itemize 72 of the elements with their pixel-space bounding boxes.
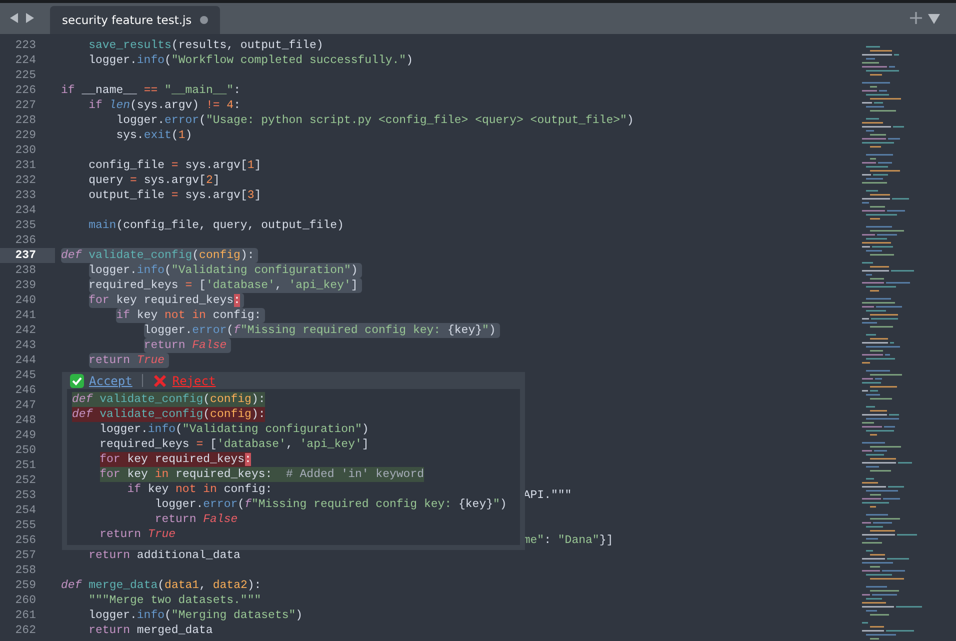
line-number: 229 <box>15 129 36 142</box>
line-number: 244 <box>15 354 36 367</box>
line-number: 227 <box>15 99 36 112</box>
code-line: save_results(results, output_file) <box>88 38 324 53</box>
line-number: 252 <box>15 474 36 487</box>
code-line: API.""" <box>523 488 572 503</box>
dropdown-icon[interactable] <box>928 14 940 24</box>
line-number: 256 <box>15 534 36 547</box>
action-link[interactable]: Accept <box>89 374 132 388</box>
code-line: def merge_data(data1, data2): <box>61 578 262 593</box>
diff-line: if key not in config: <box>127 482 272 497</box>
code-line: logger.error("Usage: python script.py <config_file> <query> <output_file>") <box>116 113 634 128</box>
line-number: 261 <box>15 609 36 622</box>
line-number: 238 <box>15 264 36 277</box>
line-number: 247 <box>15 399 36 412</box>
code-line: """Merge two datasets.""" <box>88 593 262 608</box>
back-icon[interactable] <box>9 12 19 24</box>
diff-line: logger.error(f"Missing required config key: {key}") <box>154 497 507 512</box>
code-line: sys.exit(1) <box>116 128 192 143</box>
line-number: 230 <box>15 144 36 157</box>
new-tab-icon[interactable] <box>910 12 922 24</box>
line-number: 233 <box>15 189 36 202</box>
code-line: query = sys.argv[2] <box>88 173 220 188</box>
line-number: 250 <box>15 444 36 457</box>
code-line: output_file = sys.argv[3] <box>88 188 262 203</box>
code-line: logger.info("Merging datasets") <box>88 608 303 623</box>
line-number: 224 <box>15 54 36 67</box>
line-number: 223 <box>15 39 36 52</box>
line-number: 236 <box>15 234 36 247</box>
line-number: 237 <box>15 249 36 262</box>
line-number: 235 <box>15 219 36 232</box>
action-link[interactable]: Reject <box>172 374 216 388</box>
line-number: 232 <box>15 174 36 187</box>
line-number: 251 <box>15 459 36 472</box>
line-number: 248 <box>15 414 36 427</box>
line-number: 231 <box>15 159 36 172</box>
diff-line: return True <box>100 527 176 542</box>
line-number: 249 <box>15 429 36 442</box>
cross-icon <box>153 374 168 388</box>
line-number: 255 <box>15 519 36 532</box>
code-line: return merged_data <box>88 623 213 638</box>
checkmark-icon <box>70 374 84 388</box>
line-number: 241 <box>15 309 36 322</box>
line-number: 228 <box>15 114 36 127</box>
file-tab[interactable]: security feature test.js <box>50 6 220 34</box>
line-number: 254 <box>15 504 36 517</box>
code-line: if len(sys.argv) != 4: <box>88 98 240 113</box>
line-number: 262 <box>15 624 36 637</box>
code-line: logger.info("Workflow completed successfully.") <box>88 53 413 68</box>
line-number: 239 <box>15 279 36 292</box>
diff-line: logger.info("Validating configuration") <box>100 422 369 437</box>
code-line: config_file = sys.argv[1] <box>88 158 262 173</box>
line-number: 259 <box>15 579 36 592</box>
line-number: 257 <box>15 549 36 562</box>
line-number: 258 <box>15 564 36 577</box>
line-number: 253 <box>15 489 36 502</box>
line-number: 260 <box>15 594 36 607</box>
line-number: 226 <box>15 84 36 97</box>
tab-title: security feature test.js <box>62 13 192 27</box>
diff-line: return False <box>154 512 238 527</box>
line-number: 234 <box>15 204 36 217</box>
line-number: 240 <box>15 294 36 307</box>
line-number: 245 <box>15 369 36 382</box>
line-number: 242 <box>15 324 36 337</box>
line-number: 243 <box>15 339 36 352</box>
code-line: return additional_data <box>88 548 240 563</box>
forward-icon[interactable] <box>25 12 35 24</box>
diff-line: required_keys = ['database', 'api_key'] <box>100 437 369 452</box>
line-number: 225 <box>15 69 36 82</box>
code-line: if __name__ == "__main__": <box>61 83 240 98</box>
line-number: 246 <box>15 384 36 397</box>
code-line: main(config_file, query, output_file) <box>88 218 344 233</box>
